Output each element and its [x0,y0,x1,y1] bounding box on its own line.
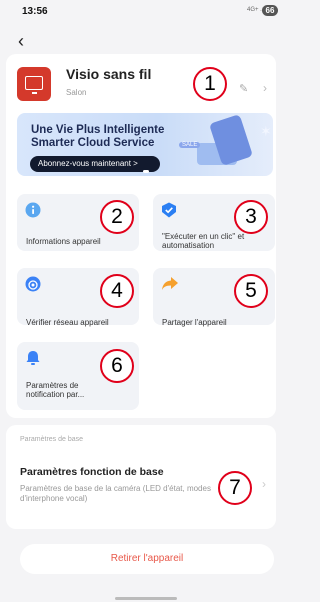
carousel-indicator [143,170,149,173]
cloud-service-banner[interactable]: Une Vie Plus Intelligente Smarter Cloud … [17,113,273,176]
banner-title-line1: Une Vie Plus Intelligente [31,124,165,136]
annotation-marker: 1 [193,67,227,101]
network-icon [25,276,41,292]
annotation-marker: 7 [218,471,252,505]
bell-icon [26,351,40,365]
chevron-right-icon[interactable]: › [262,477,266,491]
device-icon [17,67,51,101]
tile-label: Vérifier réseau appareil [26,318,109,327]
check-shield-icon [162,202,176,218]
device-name[interactable]: Visio sans fil [66,66,151,82]
status-time: 13:56 [22,6,48,17]
back-chevron-icon[interactable]: ‹ [18,32,24,50]
remove-device-button[interactable]: Retirer l'appareil [20,544,274,574]
subscribe-button[interactable]: Abonnez-vous maintenant > [30,156,160,172]
basic-settings-subtitle: Paramètres de base de la caméra (LED d'é… [20,484,211,503]
tile-label: Partager l'appareil [162,318,227,327]
tile-label: "Exécuter en un clic" et automatisation [162,232,245,250]
home-indicator[interactable] [115,597,177,600]
share-icon [162,277,178,290]
annotation-marker: 6 [100,349,134,383]
annotation-marker: 4 [100,274,134,308]
battery-icon: 66 [262,5,278,16]
sparkle-icon: ✶ [260,123,272,139]
chevron-right-icon[interactable]: › [263,81,267,95]
basic-settings-title[interactable]: Paramètres fonction de base [20,466,164,478]
edit-pencil-icon[interactable]: ✎ [239,82,248,95]
sale-badge: SALE [179,142,201,148]
annotation-marker: 5 [234,274,268,308]
status-bar: 13:56 4G+ .ıl 66 [0,0,282,20]
device-room: Salon [66,88,87,97]
banner-title-line2: Smarter Cloud Service [31,137,155,149]
annotation-marker: 3 [234,200,268,234]
section-label: Paramètres de base [20,436,84,443]
tile-label: Paramètres de notification par... [26,381,85,399]
info-icon [25,202,41,218]
tile-label: Informations appareil [26,237,101,246]
annotation-marker: 2 [100,200,134,234]
